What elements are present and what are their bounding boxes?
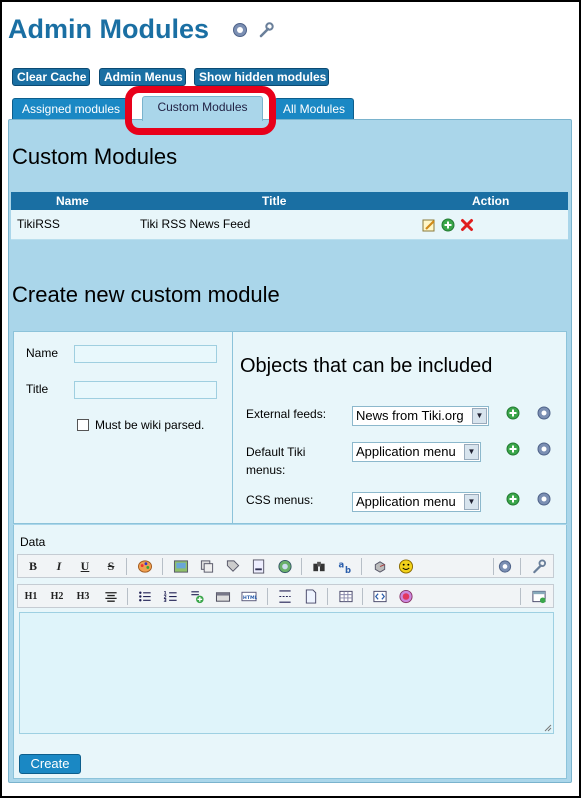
resize-handle-icon[interactable]	[544, 724, 552, 732]
chevron-down-icon: ▼	[464, 444, 479, 460]
smiley-icon[interactable]	[398, 559, 414, 574]
numbered-list-icon[interactable]: 123	[163, 589, 179, 604]
toolbar-separator	[520, 558, 521, 575]
title-label: Title	[26, 382, 49, 396]
align-center-icon[interactable]	[103, 589, 119, 604]
clear-cache-button[interactable]: Clear Cache	[12, 68, 90, 86]
add-icon[interactable]	[441, 218, 455, 232]
toolbar-separator	[267, 588, 268, 605]
module-title: Tiki RSS News Feed	[140, 217, 251, 231]
svg-text:3: 3	[164, 598, 167, 604]
strikethrough-button[interactable]: S	[103, 559, 119, 574]
replace-icon[interactable]: ab	[337, 559, 353, 574]
module-name: TikiRSS	[17, 217, 60, 231]
tab-assigned-modules[interactable]: Assigned modules	[12, 98, 130, 120]
add-icon[interactable]	[506, 406, 520, 420]
page-break-icon[interactable]	[277, 589, 293, 604]
table-row: TikiRSS Tiki RSS News Feed	[11, 210, 568, 240]
italic-button[interactable]: I	[51, 559, 67, 574]
name-input[interactable]	[74, 345, 217, 363]
css-menus-select[interactable]: Application menu ▼	[352, 492, 481, 512]
table-icon[interactable]	[338, 589, 354, 604]
external-link-icon[interactable]	[277, 559, 293, 574]
column-action: Action	[472, 194, 510, 208]
tab-all-modules[interactable]: All Modules	[274, 98, 354, 120]
toolbar-separator	[493, 558, 494, 575]
toolbar-separator	[361, 558, 362, 575]
editor-toolbar-row1: B I U S ab	[17, 554, 554, 578]
toolbar-separator	[127, 588, 128, 605]
wiki-parsed-label: Must be wiki parsed.	[95, 418, 205, 432]
create-module-heading: Create new custom module	[12, 282, 280, 307]
tag-icon[interactable]	[225, 559, 241, 574]
fullscreen-icon[interactable]	[531, 589, 547, 604]
flash-icon[interactable]	[398, 589, 414, 604]
plugin-icon[interactable]	[372, 559, 388, 574]
help-icon[interactable]	[232, 22, 248, 38]
document-icon[interactable]	[303, 589, 319, 604]
toolbar-separator	[126, 558, 127, 575]
bullet-list-icon[interactable]	[137, 589, 153, 604]
help-icon[interactable]	[537, 406, 551, 420]
title-input[interactable]	[74, 381, 217, 399]
create-button[interactable]: Create	[19, 754, 81, 774]
highlight-annotation	[125, 86, 276, 135]
bold-button[interactable]: B	[25, 559, 41, 574]
default-menus-value: Application menu	[356, 444, 456, 459]
default-menus-label: Default Tiki menus:	[246, 445, 306, 477]
insert-list-icon[interactable]	[189, 589, 205, 604]
wiki-parsed-checkbox[interactable]	[77, 419, 89, 431]
heading3-button[interactable]: H3	[75, 589, 91, 604]
help-icon[interactable]	[497, 559, 513, 574]
table-header: Name Title Action	[11, 192, 568, 210]
image-icon[interactable]	[173, 559, 189, 574]
edit-icon[interactable]	[422, 218, 436, 232]
default-menus-select[interactable]: Application menu ▼	[352, 442, 481, 462]
color-palette-icon[interactable]	[137, 559, 153, 574]
toolbar-separator	[520, 588, 521, 605]
box-icon[interactable]	[215, 589, 231, 604]
toolbar-separator	[362, 588, 363, 605]
link-icon[interactable]	[251, 559, 267, 574]
admin-menus-button[interactable]: Admin Menus	[99, 68, 186, 86]
add-icon[interactable]	[506, 442, 520, 456]
toolbar-separator	[327, 588, 328, 605]
editor-toolbar-row2: H1 H2 H3 123 HTML	[17, 584, 554, 608]
objects-heading: Objects that can be included	[240, 355, 493, 377]
toolbar-separator	[301, 558, 302, 575]
page-title: Admin Modules	[8, 14, 209, 44]
external-feeds-value: News from Tiki.org	[356, 408, 464, 423]
show-hidden-modules-button[interactable]: Show hidden modules	[194, 68, 329, 86]
underline-button[interactable]: U	[77, 559, 93, 574]
svg-text:a: a	[338, 559, 344, 569]
name-label: Name	[26, 346, 59, 360]
heading1-button[interactable]: H1	[23, 589, 39, 604]
custom-modules-table: Name Title Action TikiRSS Tiki RSS News …	[11, 192, 568, 240]
help-icon[interactable]	[537, 442, 551, 456]
css-menus-label: CSS menus:	[246, 493, 314, 507]
column-name: Name	[56, 194, 89, 208]
external-feeds-label: External feeds:	[246, 407, 327, 421]
column-title: Title	[262, 194, 287, 208]
wrench-icon[interactable]	[531, 559, 547, 574]
data-textarea[interactable]	[19, 612, 554, 734]
svg-text:b: b	[345, 565, 351, 574]
toolbar-separator	[162, 558, 163, 575]
add-icon[interactable]	[506, 492, 520, 506]
help-icon[interactable]	[537, 492, 551, 506]
chevron-down-icon: ▼	[472, 408, 487, 424]
custom-modules-heading: Custom Modules	[12, 144, 178, 169]
html-icon[interactable]: HTML	[241, 589, 257, 604]
data-label: Data	[20, 535, 46, 549]
delete-icon[interactable]	[460, 218, 474, 232]
svg-text:HTML: HTML	[243, 595, 257, 601]
find-icon[interactable]	[311, 559, 327, 574]
source-code-icon[interactable]	[372, 589, 388, 604]
wrench-icon[interactable]	[258, 22, 274, 38]
heading2-button[interactable]: H2	[49, 589, 65, 604]
copy-icon[interactable]	[199, 559, 215, 574]
css-menus-value: Application menu	[356, 494, 456, 509]
external-feeds-select[interactable]: News from Tiki.org ▼	[352, 406, 489, 426]
chevron-down-icon: ▼	[464, 494, 479, 510]
